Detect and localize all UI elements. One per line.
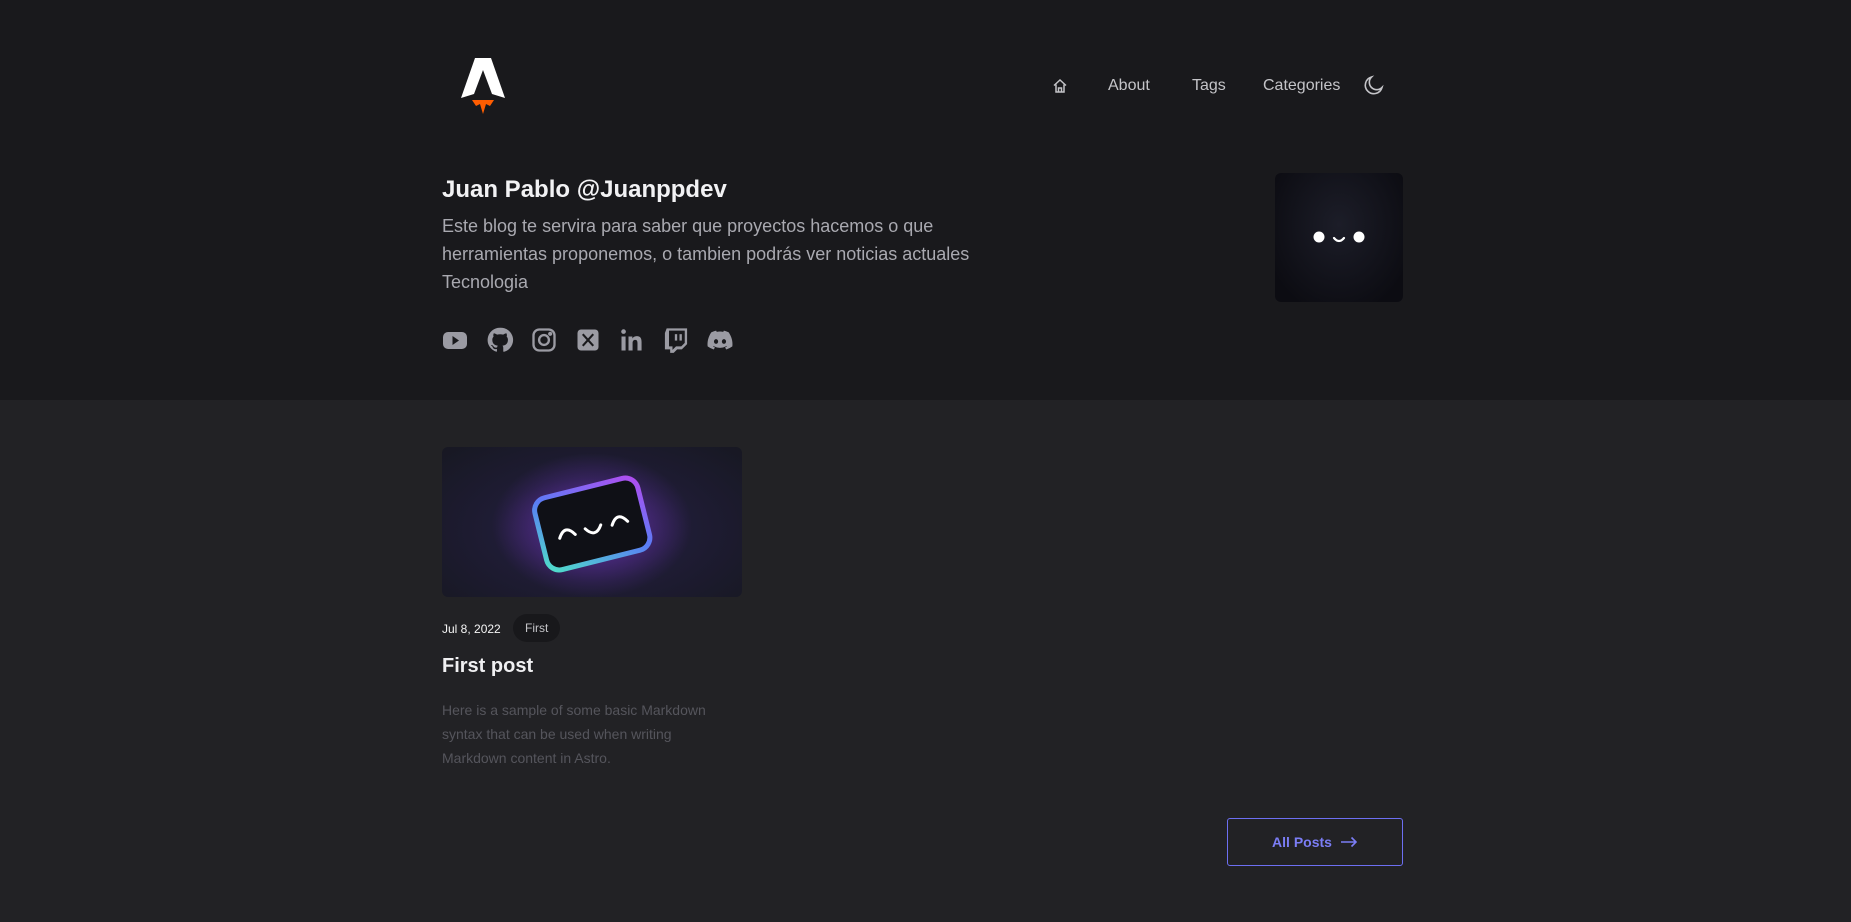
nav-tags[interactable]: Tags [1192, 77, 1226, 95]
nav-categories[interactable]: Categories [1263, 77, 1340, 95]
bio-text: Este blog te servira para saber que proy… [442, 216, 970, 292]
youtube-icon[interactable] [442, 326, 470, 354]
moon-icon [1364, 75, 1384, 95]
nav-about[interactable]: About [1108, 77, 1150, 95]
face-avatar-icon [1313, 231, 1365, 243]
smiling-card-icon [492, 453, 692, 597]
hero-section [0, 0, 1851, 400]
x-icon[interactable] [574, 326, 602, 354]
theme-toggle-button[interactable] [1362, 73, 1386, 100]
instagram-icon[interactable] [530, 326, 558, 354]
discord-icon[interactable] [706, 326, 734, 354]
site-logo[interactable] [459, 54, 507, 120]
arrow-right-icon [1340, 836, 1358, 848]
page-title: Juan Pablo @Juanppdev [442, 176, 727, 203]
post-title[interactable]: First post [442, 655, 533, 678]
post-date: Jul 8, 2022 [442, 622, 501, 636]
posts-section [0, 400, 1851, 922]
post-tag[interactable]: First [513, 614, 561, 642]
twitch-icon[interactable] [662, 326, 690, 354]
avatar [1275, 173, 1403, 302]
astro-rocket-logo-icon [461, 58, 505, 114]
all-posts-button[interactable]: All Posts [1227, 818, 1403, 866]
post-image[interactable] [442, 447, 742, 597]
linkedin-icon[interactable] [618, 326, 646, 354]
all-posts-label: All Posts [1272, 834, 1332, 850]
github-icon[interactable] [486, 326, 514, 354]
home-icon[interactable] [1052, 78, 1068, 99]
post-description: Here is a sample of some basic Markdown … [442, 702, 706, 766]
